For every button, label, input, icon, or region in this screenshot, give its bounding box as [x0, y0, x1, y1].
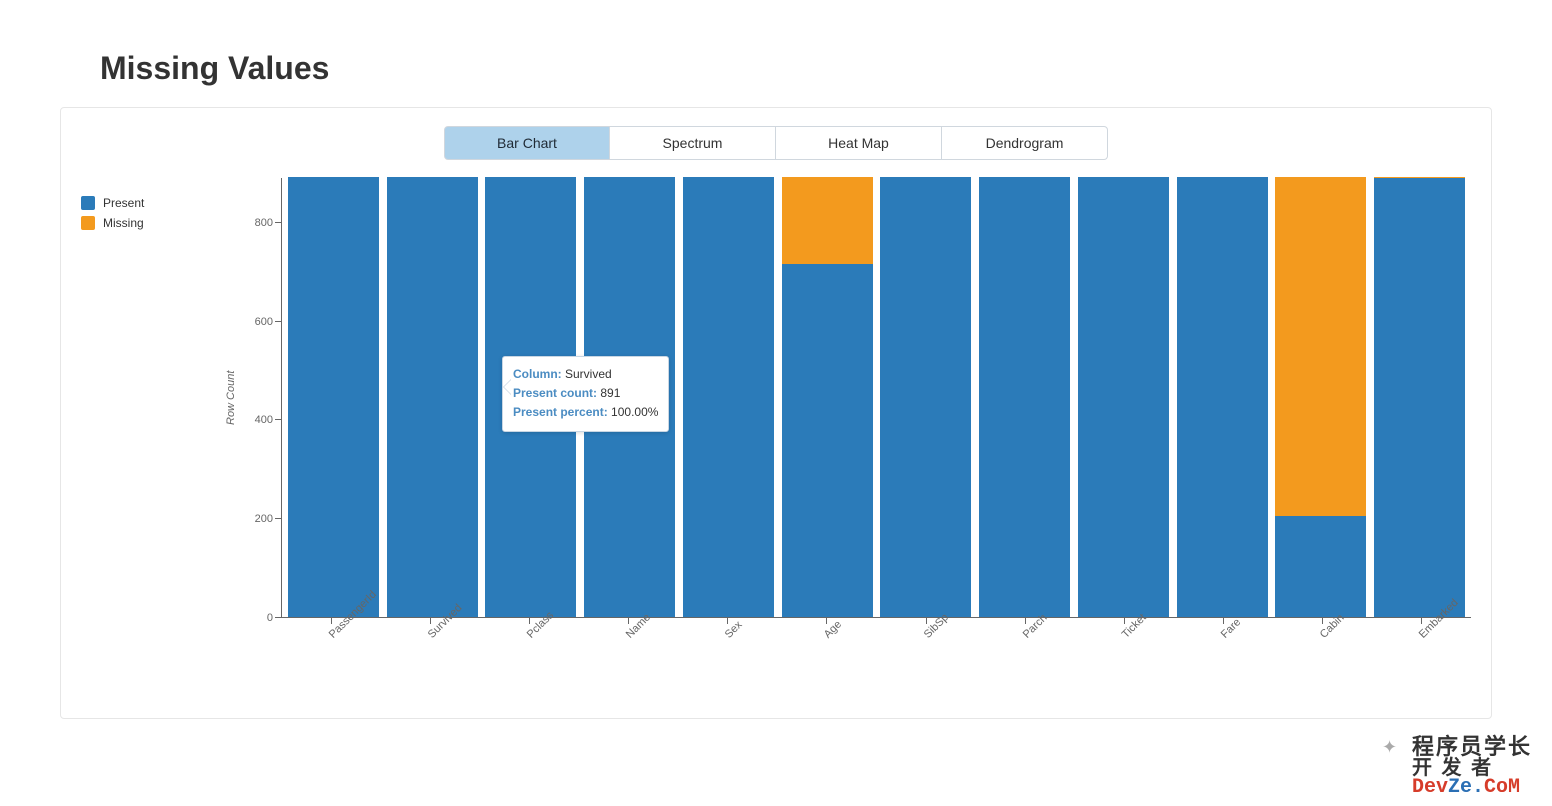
bar-segment-present: [1275, 516, 1366, 617]
tooltip: Column: Survived Present count: 891 Pres…: [502, 356, 669, 432]
bar-segment-present: [1177, 177, 1268, 617]
wechat-icon: ✦: [1382, 738, 1397, 756]
legend-item-present[interactable]: Present: [81, 196, 221, 210]
bar-segment-present: [1078, 177, 1169, 617]
y-axis: 0200400600800: [237, 178, 281, 618]
bar-ticket[interactable]: [1074, 178, 1173, 617]
bar-age[interactable]: [778, 178, 877, 617]
y-tick: 800: [255, 217, 273, 229]
legend-swatch-present: [81, 196, 95, 210]
bar-embarked[interactable]: [1370, 178, 1469, 617]
watermark-devze: DevZe.CoM: [1412, 778, 1532, 798]
bar-segment-present: [387, 177, 478, 617]
legend-swatch-missing: [81, 216, 95, 230]
tooltip-column-key: Column:: [513, 367, 562, 381]
tooltip-count-key: Present count:: [513, 386, 597, 400]
y-tick: 0: [267, 612, 273, 624]
legend-item-missing[interactable]: Missing: [81, 216, 221, 230]
watermark-kaifazhe: 开 发 者: [1412, 758, 1532, 778]
bar-survived[interactable]: [383, 178, 482, 617]
bar-sex[interactable]: [679, 178, 778, 617]
bar-segment-missing: [1275, 177, 1366, 516]
tooltip-percent-key: Present percent:: [513, 405, 608, 419]
tooltip-column-val: Survived: [565, 367, 612, 381]
y-axis-label: Row Count: [221, 178, 237, 618]
tab-heat-map[interactable]: Heat Map: [776, 126, 942, 160]
tab-spectrum[interactable]: Spectrum: [610, 126, 776, 160]
legend-label-missing: Missing: [103, 216, 144, 230]
watermark: ✦ 程序员学长 开 发 者 DevZe.CoM: [1412, 736, 1532, 798]
bar-segment-present: [683, 177, 774, 617]
bar-segment-present: [1374, 178, 1465, 617]
bar-segment-missing: [782, 177, 873, 264]
bar-segment-present: [979, 177, 1070, 617]
bar-fare[interactable]: [1173, 178, 1272, 617]
bar-segment-present: [288, 177, 379, 617]
bar-sibsp[interactable]: [877, 178, 976, 617]
watermark-chinese: 程序员学长: [1412, 736, 1532, 758]
y-tick: 400: [255, 414, 273, 426]
bar-segment-present: [782, 264, 873, 617]
tab-bar-chart[interactable]: Bar Chart: [444, 126, 610, 160]
plot-area: Column: Survived Present count: 891 Pres…: [281, 178, 1471, 618]
view-tabs: Bar Chart Spectrum Heat Map Dendrogram: [81, 126, 1471, 160]
tab-dendrogram[interactable]: Dendrogram: [942, 126, 1108, 160]
bar-parch[interactable]: [975, 178, 1074, 617]
chart-card: Bar Chart Spectrum Heat Map Dendrogram P…: [60, 107, 1492, 719]
legend-label-present: Present: [103, 196, 144, 210]
chart: Row Count 0 200 400 600 800 Column: Survived…: [221, 178, 1471, 688]
bar-segment-present: [880, 177, 971, 617]
y-tick: 600: [255, 316, 273, 328]
tooltip-percent-val: 100.00%: [611, 405, 658, 419]
bar-passengerid[interactable]: [284, 178, 383, 617]
bar-cabin[interactable]: [1272, 178, 1371, 617]
page-title: Missing Values: [100, 50, 1492, 87]
tooltip-count-val: 891: [600, 386, 620, 400]
legend: Present Missing: [81, 178, 221, 236]
y-tick: 200: [255, 513, 273, 525]
